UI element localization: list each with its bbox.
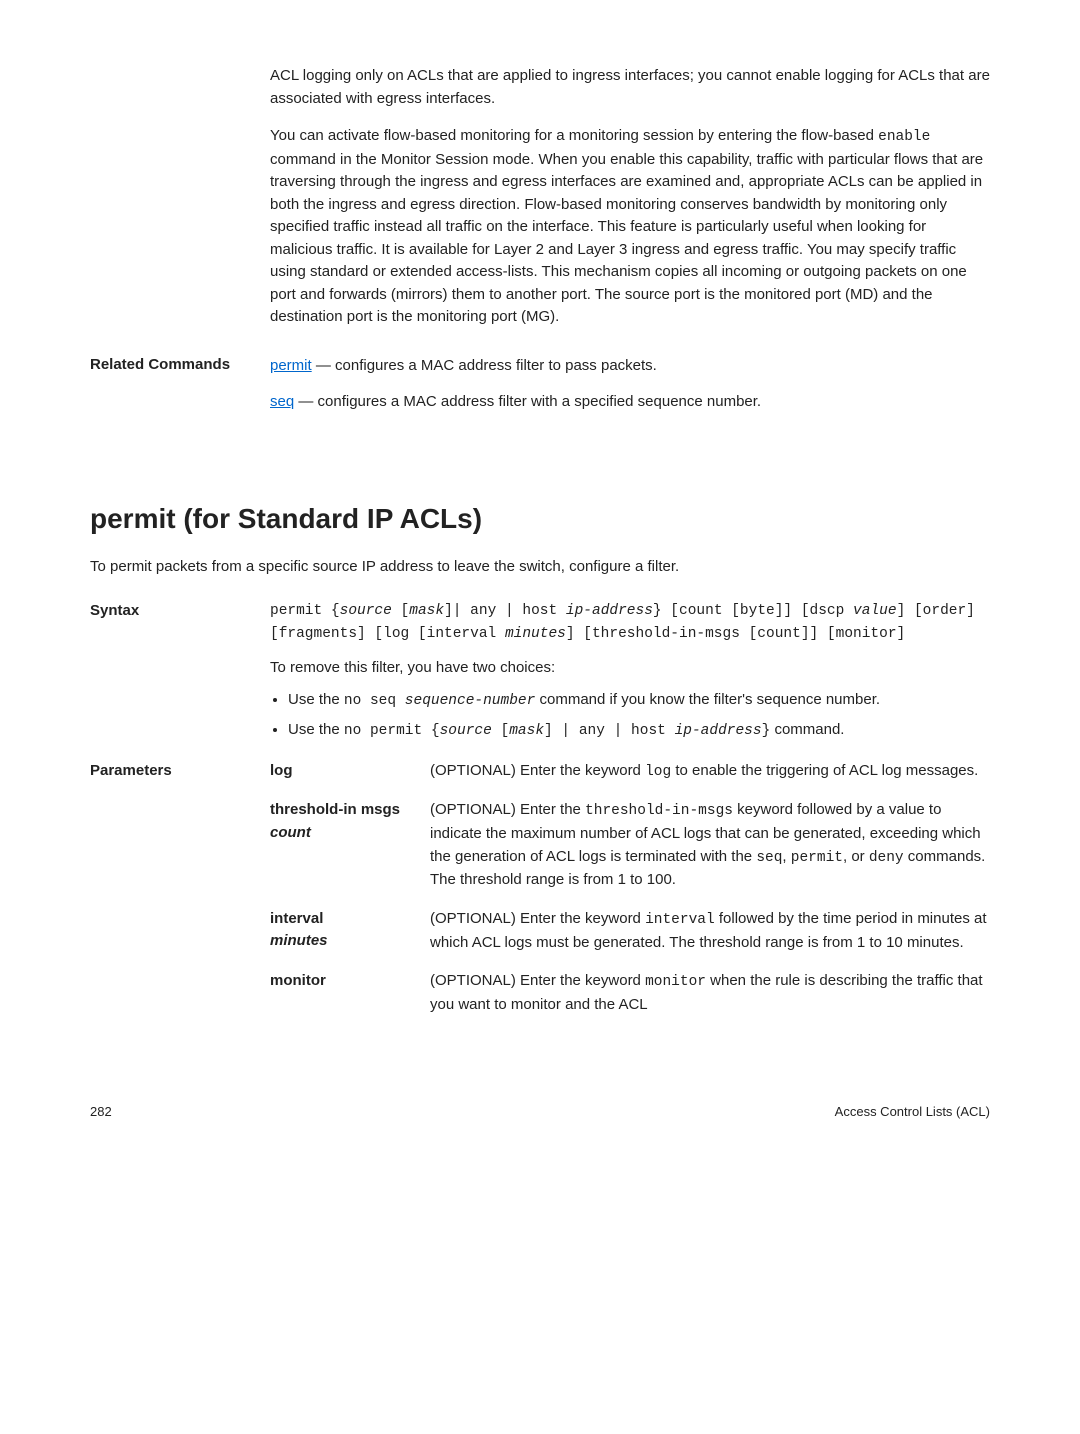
page-subhead: To permit packets from a specific source… [90, 556, 990, 579]
param-row-monitor: monitor (OPTIONAL) Enter the keyword mon… [270, 970, 990, 1016]
related-commands-label: Related Commands [90, 355, 270, 428]
param-desc-threshold: (OPTIONAL) Enter the threshold-in-msgs k… [430, 799, 990, 892]
top-para-1: ACL logging only on ACLs that are applie… [270, 65, 990, 110]
syntax-intro: To remove this filter, you have two choi… [270, 657, 990, 680]
seq-link[interactable]: seq [270, 393, 294, 410]
syntax-bullet-1: Use the no seq sequence-number command i… [288, 689, 990, 713]
param-desc-interval: (OPTIONAL) Enter the keyword interval fo… [430, 908, 990, 954]
param-desc-monitor: (OPTIONAL) Enter the keyword monitor whe… [430, 970, 990, 1016]
parameters-table: log (OPTIONAL) Enter the keyword log to … [270, 760, 990, 1033]
param-row-log: log (OPTIONAL) Enter the keyword log to … [270, 760, 990, 784]
related-permit-line: permit — configures a MAC address filter… [270, 355, 761, 378]
related-commands-content: permit — configures a MAC address filter… [270, 355, 761, 428]
syntax-code: permit {source [mask]| any | host ip-add… [270, 600, 990, 646]
syntax-content: permit {source [mask]| any | host ip-add… [270, 600, 990, 759]
page-number: 282 [90, 1102, 112, 1122]
param-name-monitor: monitor [270, 970, 430, 1016]
param-desc-log: (OPTIONAL) Enter the keyword log to enab… [430, 760, 990, 784]
permit-link[interactable]: permit [270, 357, 312, 374]
parameters-label: Parameters [90, 760, 270, 1033]
param-name-interval: intervalminutes [270, 908, 430, 954]
parameters-section: Parameters log (OPTIONAL) Enter the keyw… [90, 760, 990, 1033]
enable-code: enable [878, 129, 930, 145]
syntax-section: Syntax permit {source [mask]| any | host… [90, 600, 990, 759]
page-heading: permit (for Standard IP ACLs) [90, 498, 990, 540]
footer-title: Access Control Lists (ACL) [835, 1102, 990, 1122]
param-row-interval: intervalminutes (OPTIONAL) Enter the key… [270, 908, 990, 954]
syntax-label: Syntax [90, 600, 270, 759]
related-seq-line: seq — configures a MAC address filter wi… [270, 391, 761, 414]
syntax-bullets: Use the no seq sequence-number command i… [270, 689, 990, 743]
related-commands-section: Related Commands permit — configures a M… [90, 355, 990, 428]
page-footer: 282 Access Control Lists (ACL) [90, 1102, 990, 1122]
param-name-log: log [270, 760, 430, 784]
top-para-2: You can activate flow-based monitoring f… [270, 125, 990, 329]
param-name-threshold: threshold-in msgs count [270, 799, 430, 892]
param-row-threshold: threshold-in msgs count (OPTIONAL) Enter… [270, 799, 990, 892]
syntax-bullet-2: Use the no permit {source [mask] | any |… [288, 719, 990, 743]
top-paragraphs: ACL logging only on ACLs that are applie… [270, 65, 990, 329]
